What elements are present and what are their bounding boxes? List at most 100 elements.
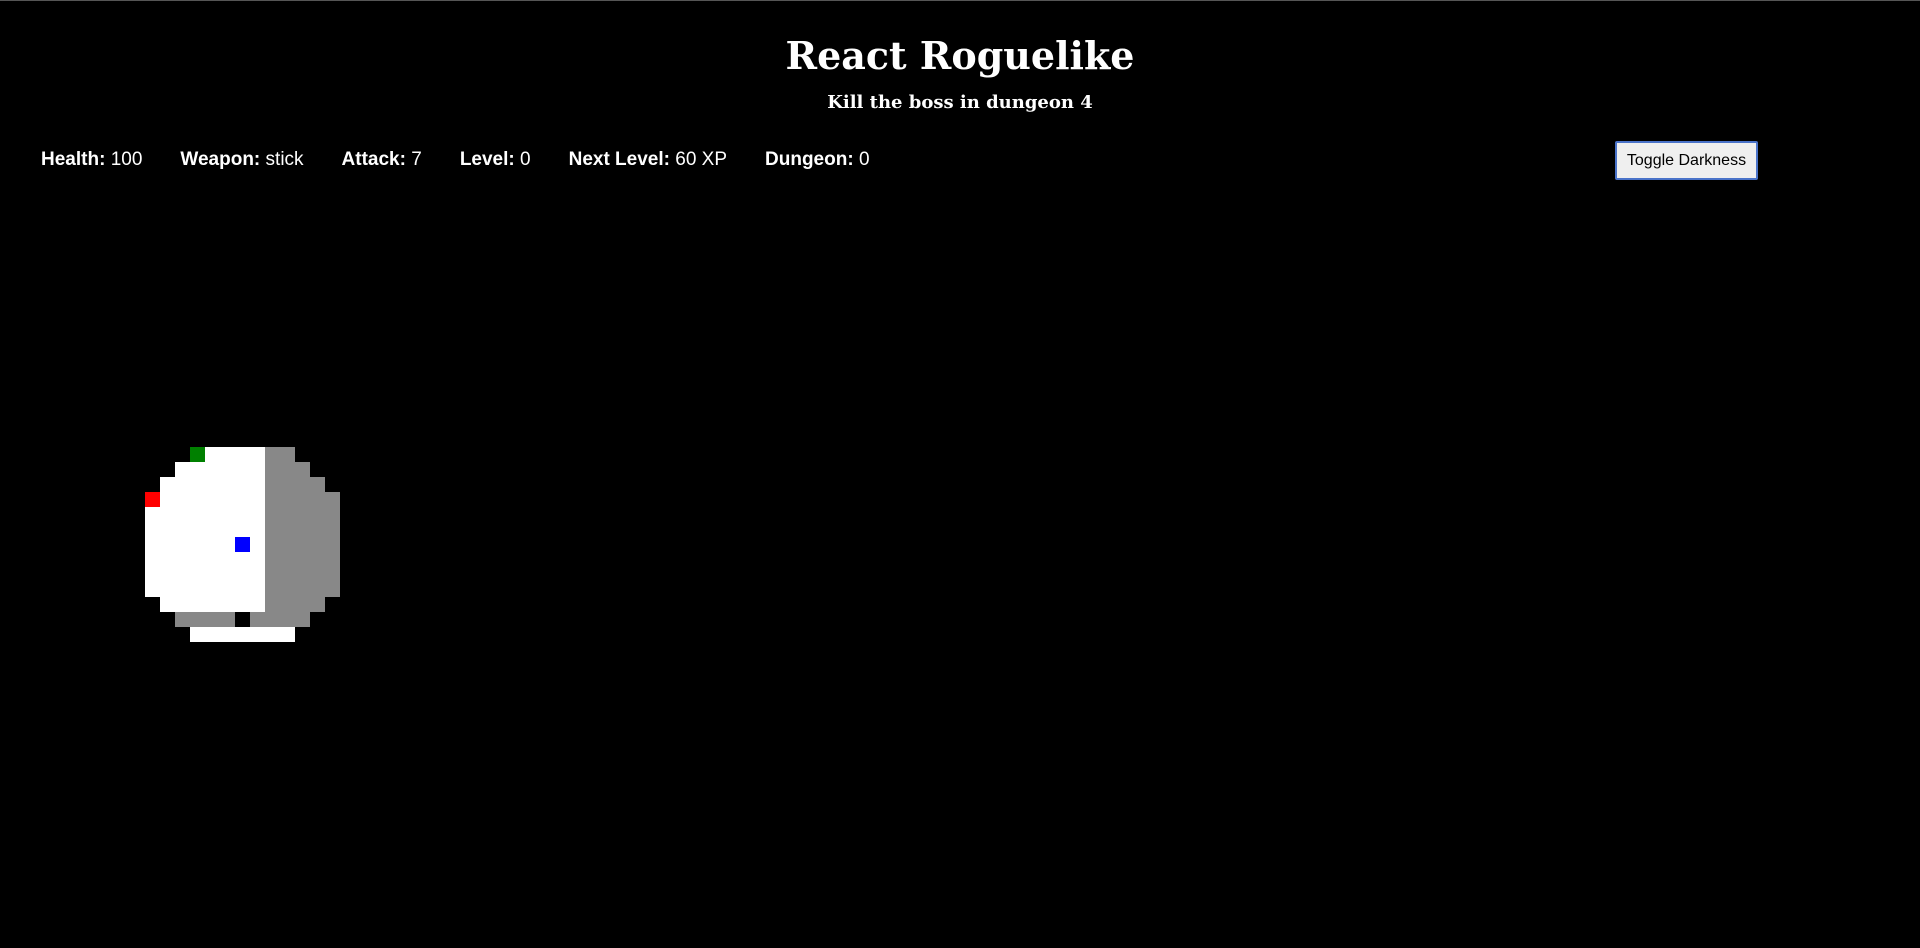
floor-tile-lit: [250, 447, 265, 462]
floor-tile-lit: [190, 597, 205, 612]
floor-tile-lit: [220, 597, 235, 612]
floor-tile-lit: [145, 507, 160, 522]
floor-tile-dim: [265, 507, 280, 522]
floor-tile-lit: [160, 552, 175, 567]
floor-tile-lit: [235, 597, 250, 612]
floor-tile-dim: [280, 612, 295, 627]
floor-tile-dim: [250, 612, 265, 627]
floor-tile-lit: [235, 522, 250, 537]
floor-tile-dim: [325, 552, 340, 567]
floor-tile-lit: [190, 537, 205, 552]
floor-tile-dim: [265, 597, 280, 612]
page-title: React Roguelike: [785, 33, 1135, 78]
floor-tile-dim: [265, 492, 280, 507]
floor-tile-lit: [250, 582, 265, 597]
floor-tile-lit: [235, 477, 250, 492]
floor-tile-dim: [280, 477, 295, 492]
floor-tile-lit: [235, 507, 250, 522]
stat-dungeon: Dungeon: 0: [765, 147, 870, 173]
floor-tile-dim: [280, 462, 295, 477]
floor-tile-dim: [280, 567, 295, 582]
floor-tile-dim: [295, 612, 310, 627]
floor-tile-lit: [175, 582, 190, 597]
floor-tile-lit: [220, 477, 235, 492]
floor-tile-dim: [325, 582, 340, 597]
floor-tile-lit: [190, 567, 205, 582]
floor-tile-lit: [160, 492, 175, 507]
floor-tile-lit: [220, 447, 235, 462]
floor-tile-lit: [220, 627, 235, 642]
floor-tile-dim: [265, 477, 280, 492]
floor-tile-dim: [325, 537, 340, 552]
floor-tile-dim: [265, 522, 280, 537]
floor-tile-dim: [310, 492, 325, 507]
floor-tile-lit: [190, 627, 205, 642]
floor-tile-dim: [310, 507, 325, 522]
floor-tile-lit: [220, 582, 235, 597]
floor-tile-lit: [220, 537, 235, 552]
floor-tile-dim: [310, 537, 325, 552]
floor-tile-lit: [250, 537, 265, 552]
floor-tile-dim: [265, 447, 280, 462]
floor-tile-lit: [145, 552, 160, 567]
stat-next-level: Next Level: 60 XP: [569, 147, 727, 173]
floor-tile-lit: [160, 522, 175, 537]
floor-tile-dim: [310, 552, 325, 567]
floor-tile-dim: [310, 582, 325, 597]
floor-tile-dim: [310, 477, 325, 492]
floor-tile-lit: [205, 537, 220, 552]
floor-tile-lit: [280, 627, 295, 642]
floor-tile-lit: [205, 492, 220, 507]
floor-tile-dim: [295, 507, 310, 522]
floor-tile-lit: [250, 627, 265, 642]
floor-tile-lit: [175, 537, 190, 552]
floor-tile-lit: [160, 537, 175, 552]
stat-weapon: Weapon: stick: [180, 147, 303, 173]
floor-tile-lit: [160, 507, 175, 522]
floor-tile-lit: [160, 582, 175, 597]
floor-tile-lit: [205, 447, 220, 462]
floor-tile-lit: [160, 477, 175, 492]
floor-tile-lit: [190, 552, 205, 567]
toggle-darkness-button[interactable]: Toggle Darkness: [1615, 141, 1758, 180]
floor-tile-lit: [265, 627, 280, 642]
floor-tile-dim: [295, 492, 310, 507]
floor-tile-lit: [235, 492, 250, 507]
floor-tile-lit: [250, 507, 265, 522]
floor-tile-lit: [175, 492, 190, 507]
floor-tile-lit: [205, 462, 220, 477]
stat-value: 0: [858, 149, 870, 170]
floor-tile-lit: [160, 597, 175, 612]
floor-tile-lit: [220, 507, 235, 522]
stat-label: Attack:: [341, 149, 406, 170]
floor-tile-dim: [325, 522, 340, 537]
floor-tile-lit: [235, 447, 250, 462]
floor-tile-lit: [175, 507, 190, 522]
floor-tile-lit: [235, 582, 250, 597]
floor-tile-lit: [190, 507, 205, 522]
stat-label: Dungeon:: [765, 149, 854, 170]
stat-attack: Attack: 7: [342, 147, 422, 173]
floor-tile-lit: [145, 582, 160, 597]
floor-tile-dim: [265, 537, 280, 552]
player: [235, 537, 250, 552]
floor-tile-lit: [190, 462, 205, 477]
stat-label: Next Level:: [568, 149, 670, 170]
floor-tile-lit: [190, 522, 205, 537]
floor-tile-lit: [235, 552, 250, 567]
floor-tile-dim: [325, 567, 340, 582]
floor-tile-lit: [235, 627, 250, 642]
floor-tile-lit: [145, 567, 160, 582]
floor-tile-lit: [220, 522, 235, 537]
floor-tile-dim: [295, 537, 310, 552]
stat-label: Health:: [41, 149, 106, 170]
floor-tile-lit: [175, 477, 190, 492]
floor-tile-dim: [190, 612, 205, 627]
stat-value: 0: [520, 149, 531, 170]
floor-tile-dim: [220, 612, 235, 627]
floor-tile-dim: [295, 477, 310, 492]
floor-tile-dim: [205, 612, 220, 627]
stat-value: stick: [265, 149, 304, 170]
floor-tile-lit: [145, 522, 160, 537]
floor-tile-dim: [310, 522, 325, 537]
